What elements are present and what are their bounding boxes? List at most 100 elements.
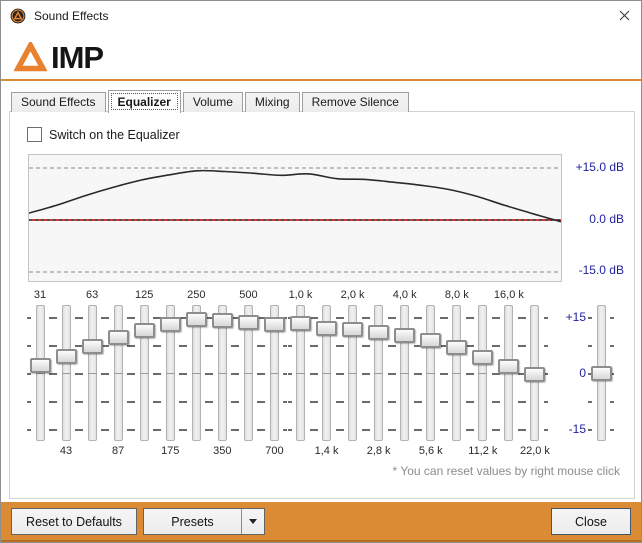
tick-dash	[392, 317, 396, 319]
tick-dash	[470, 317, 474, 319]
presets-dropdown-arrow[interactable]	[242, 519, 264, 524]
tick-dash	[366, 317, 370, 319]
eq-band-slider-thumb[interactable]	[56, 349, 77, 364]
footer-bar: Reset to Defaults Presets Close	[1, 502, 641, 542]
tick-dash	[79, 373, 83, 375]
eq-band-frequency-label: 350	[200, 445, 244, 457]
tick-dash	[588, 401, 592, 403]
tick-dash	[261, 429, 265, 431]
eq-band-slider-thumb[interactable]	[316, 321, 337, 336]
tab-strip: Sound Effects Equalizer Volume Mixing Re…	[11, 89, 411, 112]
tick-dash	[392, 429, 396, 431]
aimp-logo-triangle-icon	[14, 42, 47, 72]
eq-band-frequency-label: 43	[44, 445, 88, 457]
tick-dash	[366, 345, 370, 347]
presets-split-button[interactable]: Presets	[143, 508, 265, 535]
tick-dash	[544, 345, 548, 347]
tick-dash	[496, 345, 500, 347]
eq-band-slider-thumb[interactable]	[186, 312, 207, 327]
tick-dash	[418, 373, 422, 375]
tick-dash	[444, 373, 448, 375]
eq-band-slider-thumb[interactable]	[342, 322, 363, 337]
tick-dash	[27, 345, 31, 347]
eq-band-slider-thumb[interactable]	[30, 358, 51, 373]
eq-band-slider-zero-notch	[348, 373, 357, 374]
eq-band-slider-zero-notch	[62, 373, 71, 374]
tick-dash	[157, 373, 161, 375]
tick-dash	[418, 429, 422, 431]
eq-band-slider-thumb[interactable]	[498, 359, 519, 374]
tab-mixing[interactable]: Mixing	[245, 92, 300, 112]
eq-band-slider-thumb[interactable]	[212, 313, 233, 328]
eq-band-slider-zero-notch	[244, 373, 253, 374]
tick-dash	[235, 401, 239, 403]
eq-band-slider-thumb[interactable]	[160, 317, 181, 332]
tab-equalizer[interactable]: Equalizer	[108, 90, 181, 113]
tab-remove-silence[interactable]: Remove Silence	[302, 92, 409, 112]
eq-band-slider-thumb[interactable]	[82, 339, 103, 354]
eq-band-slider-zero-notch	[218, 373, 227, 374]
eq-band-frequency-label: 11,2 k	[461, 445, 505, 457]
eq-band-frequency-label: 5,6 k	[409, 445, 453, 457]
tick-dash	[392, 373, 396, 375]
presets-button-label[interactable]: Presets	[144, 515, 241, 529]
tick-dash	[522, 317, 526, 319]
tick-dash	[522, 345, 526, 347]
eq-band-slider-thumb[interactable]	[108, 330, 129, 345]
tick-dash	[444, 401, 448, 403]
tick-dash	[610, 317, 614, 319]
tick-dash	[418, 317, 422, 319]
tab-volume[interactable]: Volume	[183, 92, 243, 112]
tick-dash	[183, 345, 187, 347]
close-button[interactable]: Close	[551, 508, 631, 535]
eq-band-slider-zero-notch	[140, 373, 149, 374]
tick-dash	[522, 401, 526, 403]
tick-dash	[235, 429, 239, 431]
eq-band-slider-zero-notch	[426, 373, 435, 374]
close-icon[interactable]	[607, 1, 641, 29]
eq-band-slider-thumb[interactable]	[394, 328, 415, 343]
eq-band-slider-thumb[interactable]	[420, 333, 441, 348]
eq-band-frequency-label: 500	[226, 289, 270, 301]
reset-hint-footnote: * You can reset values by right mouse cl…	[393, 464, 620, 478]
tick-dash	[209, 429, 213, 431]
tab-sound-effects[interactable]: Sound Effects	[11, 92, 106, 112]
tick-dash	[209, 401, 213, 403]
tick-dash	[314, 373, 318, 375]
eq-band-slider-zero-notch	[88, 373, 97, 374]
eq-band-slider-thumb[interactable]	[134, 323, 155, 338]
eq-band-frequency-label: 87	[96, 445, 140, 457]
preamp-slider-thumb[interactable]	[591, 366, 612, 381]
aimp-logo: IMP	[14, 37, 103, 77]
tick-dash	[235, 345, 239, 347]
tick-dash	[470, 429, 474, 431]
tick-dash	[79, 401, 83, 403]
tick-dash	[131, 373, 135, 375]
tick-dash	[27, 401, 31, 403]
tick-dash	[340, 317, 344, 319]
tick-dash	[53, 373, 57, 375]
eq-band-slider-thumb[interactable]	[524, 367, 545, 382]
eq-band-slider-zero-notch	[400, 373, 409, 374]
eq-band-slider-thumb[interactable]	[290, 316, 311, 331]
aimp-app-icon	[10, 8, 26, 24]
tick-dash	[366, 401, 370, 403]
eq-band-slider-zero-notch	[374, 373, 383, 374]
tick-dash	[496, 401, 500, 403]
tick-dash	[288, 373, 292, 375]
eq-band-slider-thumb[interactable]	[472, 350, 493, 365]
eq-band-slider-thumb[interactable]	[238, 315, 259, 330]
eq-band-slider-thumb[interactable]	[368, 325, 389, 340]
tick-dash	[105, 345, 109, 347]
eq-band-slider-zero-notch	[114, 373, 123, 374]
eq-band-slider-thumb[interactable]	[446, 340, 467, 355]
eq-band-slider-thumb[interactable]	[264, 317, 285, 332]
eq-band-slider-zero-notch	[36, 373, 45, 374]
title-bar: Sound Effects	[1, 1, 641, 31]
eq-slider-area: 314363871251752503505007001,0 k1,4 k2,0 …	[10, 112, 636, 500]
eq-band-slider-zero-notch	[296, 373, 305, 374]
tick-dash	[27, 429, 31, 431]
reset-to-defaults-button[interactable]: Reset to Defaults	[11, 508, 137, 535]
tick-dash	[470, 373, 474, 375]
chevron-down-icon	[249, 519, 257, 524]
